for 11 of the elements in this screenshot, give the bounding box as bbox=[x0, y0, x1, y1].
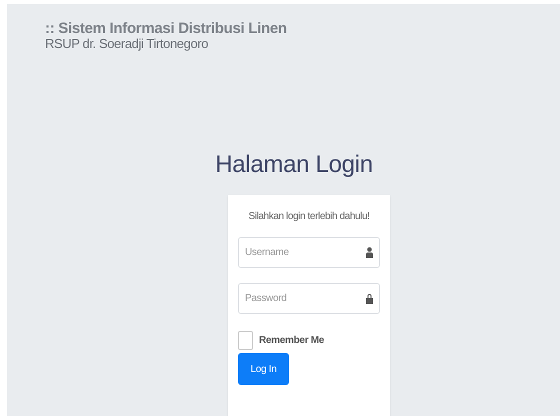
login-message: Silahkan login terlebih dahulu! bbox=[247, 211, 371, 222]
remember-checkbox[interactable] bbox=[238, 331, 253, 350]
remember-label: Remember Me bbox=[259, 335, 324, 346]
app-title: :: Sistem Informasi Distribusi Linen bbox=[45, 21, 287, 37]
login-button[interactable]: Log In bbox=[238, 353, 289, 385]
lock-icon bbox=[366, 293, 373, 304]
username-field[interactable]: Username bbox=[238, 237, 380, 268]
app-subtitle: RSUP dr. Soeradji Tirtonegoro bbox=[45, 37, 208, 51]
password-field[interactable]: Password bbox=[238, 283, 380, 314]
page-title: Halaman Login bbox=[215, 151, 373, 179]
user-icon bbox=[366, 247, 373, 258]
